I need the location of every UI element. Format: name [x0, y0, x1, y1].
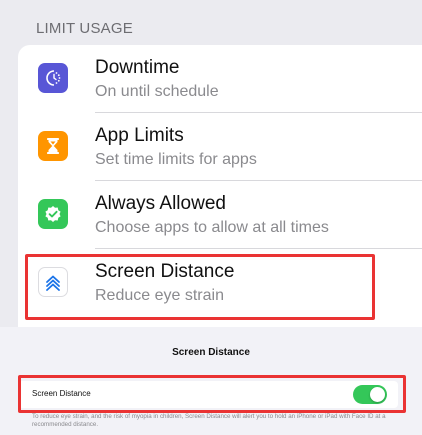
- checkmark-shield-icon: [38, 199, 68, 229]
- screen-distance-sheet: Screen Distance Screen Distance To reduc…: [0, 327, 422, 435]
- screen-distance-footnote: To reduce eye strain, and the risk of my…: [32, 413, 386, 428]
- section-header: LIMIT USAGE: [36, 20, 133, 37]
- downtime-row[interactable]: Downtime On until schedule: [18, 45, 422, 113]
- sheet-title: Screen Distance: [172, 347, 250, 358]
- limit-usage-section: LIMIT USAGE Downtime On until schedule A…: [0, 0, 422, 327]
- always-allowed-title: Always Allowed: [95, 193, 226, 214]
- app-limits-title: App Limits: [95, 125, 184, 146]
- always-allowed-row[interactable]: Always Allowed Choose apps to allow at a…: [18, 181, 422, 249]
- downtime-icon: [38, 63, 68, 93]
- screen-distance-toggle-highlight: [18, 375, 406, 413]
- downtime-title: Downtime: [95, 57, 180, 78]
- app-limits-subtitle: Set time limits for apps: [95, 151, 257, 168]
- screen-distance-highlight: [25, 254, 375, 320]
- hourglass-icon: [38, 131, 68, 161]
- downtime-subtitle: On until schedule: [95, 83, 219, 100]
- app-limits-row[interactable]: App Limits Set time limits for apps: [18, 113, 422, 181]
- always-allowed-subtitle: Choose apps to allow at all times: [95, 219, 329, 236]
